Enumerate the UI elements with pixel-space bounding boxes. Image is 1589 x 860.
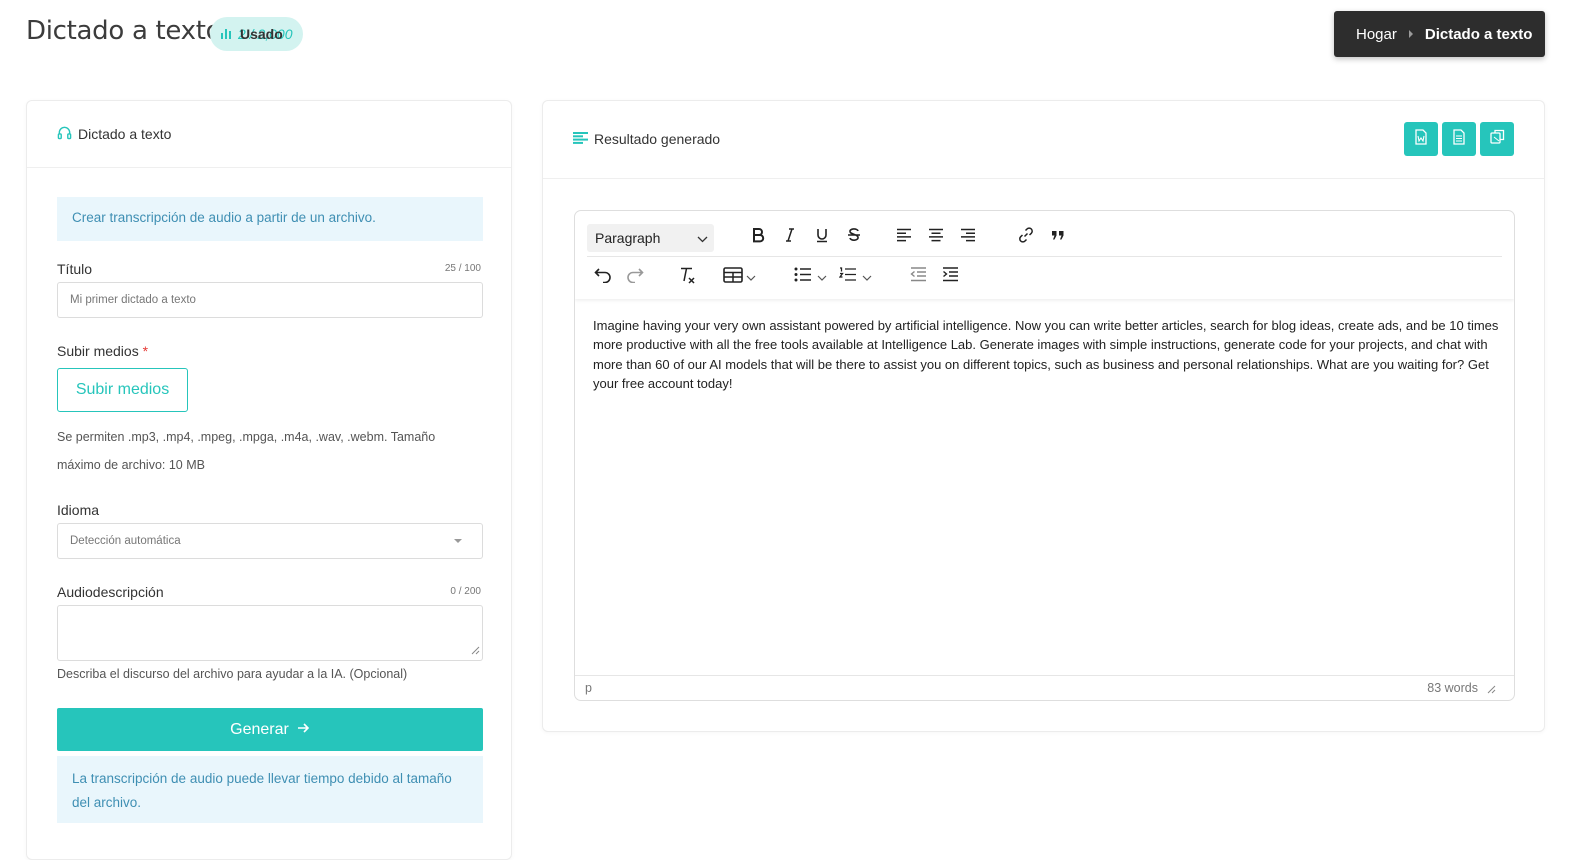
headphones-icon — [57, 125, 72, 143]
resize-handle-icon[interactable] — [1486, 683, 1496, 694]
generate-button-label: Generar — [230, 720, 289, 738]
description-counter: 0 / 200 — [450, 586, 481, 597]
element-path[interactable]: p — [585, 681, 592, 695]
processing-note: La transcripción de audio puede llevar t… — [57, 756, 483, 823]
export-text-button[interactable] — [1442, 122, 1476, 156]
clear-formatting-button[interactable] — [671, 261, 703, 293]
usage-label: Usado — [240, 26, 283, 42]
breadcrumb-separator-icon — [1408, 30, 1413, 38]
arrow-right-icon — [297, 721, 310, 739]
export-word-button[interactable] — [1404, 122, 1438, 156]
upload-media-button[interactable]: Subir medios — [57, 368, 188, 412]
block-format-value: Paragraph — [595, 229, 661, 246]
quote-icon — [1050, 228, 1066, 247]
table-button[interactable] — [723, 261, 756, 293]
title-counter: 25 / 100 — [444, 263, 481, 274]
breadcrumb: Hogar Dictado a texto — [1334, 11, 1545, 57]
strikethrough-button[interactable] — [838, 222, 870, 254]
numbered-list-button[interactable] — [838, 261, 872, 293]
text-align-center-icon — [928, 228, 944, 247]
table-icon — [723, 266, 743, 288]
textarea-resize-icon[interactable] — [471, 646, 480, 658]
text-align-left-icon — [896, 228, 912, 247]
chevron-down-icon — [697, 230, 708, 246]
italic-icon — [782, 227, 798, 248]
text-file-icon — [1452, 128, 1466, 150]
description-textarea[interactable] — [57, 605, 483, 661]
undo-button[interactable] — [587, 261, 619, 293]
redo-icon — [626, 267, 644, 288]
description-label: Audiodescripción — [57, 584, 164, 600]
block-format-select[interactable]: Paragraph — [587, 223, 714, 252]
align-center-button[interactable] — [920, 222, 952, 254]
redo-button[interactable] — [619, 261, 651, 293]
editor-content[interactable]: Imagine having your very own assistant p… — [593, 316, 1500, 393]
result-card-title: Resultado generado — [594, 131, 721, 147]
align-left-icon — [573, 131, 588, 147]
language-value: Detección automática — [70, 535, 181, 547]
bullet-chevron-down-icon — [817, 268, 827, 286]
bar-chart-icon — [221, 26, 232, 42]
generate-button[interactable]: Generar — [57, 708, 483, 751]
title-input[interactable]: Mi primer dictado a texto — [57, 282, 483, 318]
rich-text-editor: Paragraph Imagine having your very own a… — [574, 210, 1515, 701]
upload-label-text: Subir medios — [57, 343, 139, 359]
info-alert: Crear transcripción de audio a partir de… — [57, 197, 483, 241]
caret-down-icon — [454, 539, 462, 543]
upload-hint: Se permiten .mp3, .mp4, .mpeg, .mpga, .m… — [57, 430, 436, 472]
text-align-right-icon — [960, 228, 976, 247]
word-count: 83 words — [1427, 681, 1478, 695]
indent-icon — [942, 267, 959, 287]
toolbar-row-1: Paragraph — [587, 219, 1502, 257]
align-left-button[interactable] — [888, 222, 920, 254]
indent-button[interactable] — [934, 261, 966, 293]
editor-statusbar: p 83 words — [575, 675, 1514, 700]
numbered-chevron-down-icon — [862, 268, 872, 286]
required-asterisk: * — [142, 343, 149, 359]
strikethrough-icon — [846, 227, 862, 248]
editor-toolbar: Paragraph — [575, 211, 1514, 299]
undo-icon — [594, 267, 612, 288]
dictation-form-card: Dictado a texto Crear transcripción de a… — [26, 100, 512, 860]
copy-icon — [1489, 129, 1505, 149]
word-file-icon — [1414, 128, 1428, 150]
blockquote-button[interactable] — [1042, 222, 1074, 254]
toolbar-row-2 — [587, 258, 1502, 296]
italic-button[interactable] — [774, 222, 806, 254]
form-card-header: Dictado a texto — [27, 101, 511, 168]
breadcrumb-home[interactable]: Hogar — [1356, 26, 1397, 43]
link-button[interactable] — [1010, 222, 1042, 254]
outdent-icon — [909, 267, 927, 287]
link-icon — [1017, 226, 1035, 249]
numbered-list-icon — [838, 267, 857, 287]
result-card: Resultado generado Paragraph Imagine hav… — [542, 100, 1545, 732]
page-title: Dictado a texto — [26, 16, 222, 46]
bold-icon — [750, 227, 766, 248]
clear-formatting-icon — [678, 266, 696, 289]
language-label: Idioma — [57, 502, 100, 518]
bullet-list-button[interactable] — [794, 261, 827, 293]
bullet-list-icon — [794, 267, 812, 287]
breadcrumb-current: Dictado a texto — [1424, 25, 1533, 43]
result-card-header: Resultado generado — [543, 101, 1544, 179]
copy-button[interactable] — [1480, 122, 1514, 156]
language-select[interactable]: Detección automática — [57, 523, 483, 559]
outdent-button[interactable] — [902, 261, 934, 293]
underline-icon — [814, 227, 830, 248]
title-placeholder: Mi primer dictado a texto — [70, 294, 196, 306]
form-card-title: Dictado a texto — [78, 126, 172, 142]
usage-badge: 2 / 2,000 Usado — [210, 17, 303, 51]
upload-label: Subir medios * — [57, 343, 148, 359]
description-hint: Describa el discurso del archivo para ay… — [57, 667, 408, 681]
table-chevron-down-icon — [746, 268, 756, 286]
align-right-button[interactable] — [952, 222, 984, 254]
bold-button[interactable] — [742, 222, 774, 254]
underline-button[interactable] — [806, 222, 838, 254]
title-label: Título — [57, 261, 93, 277]
